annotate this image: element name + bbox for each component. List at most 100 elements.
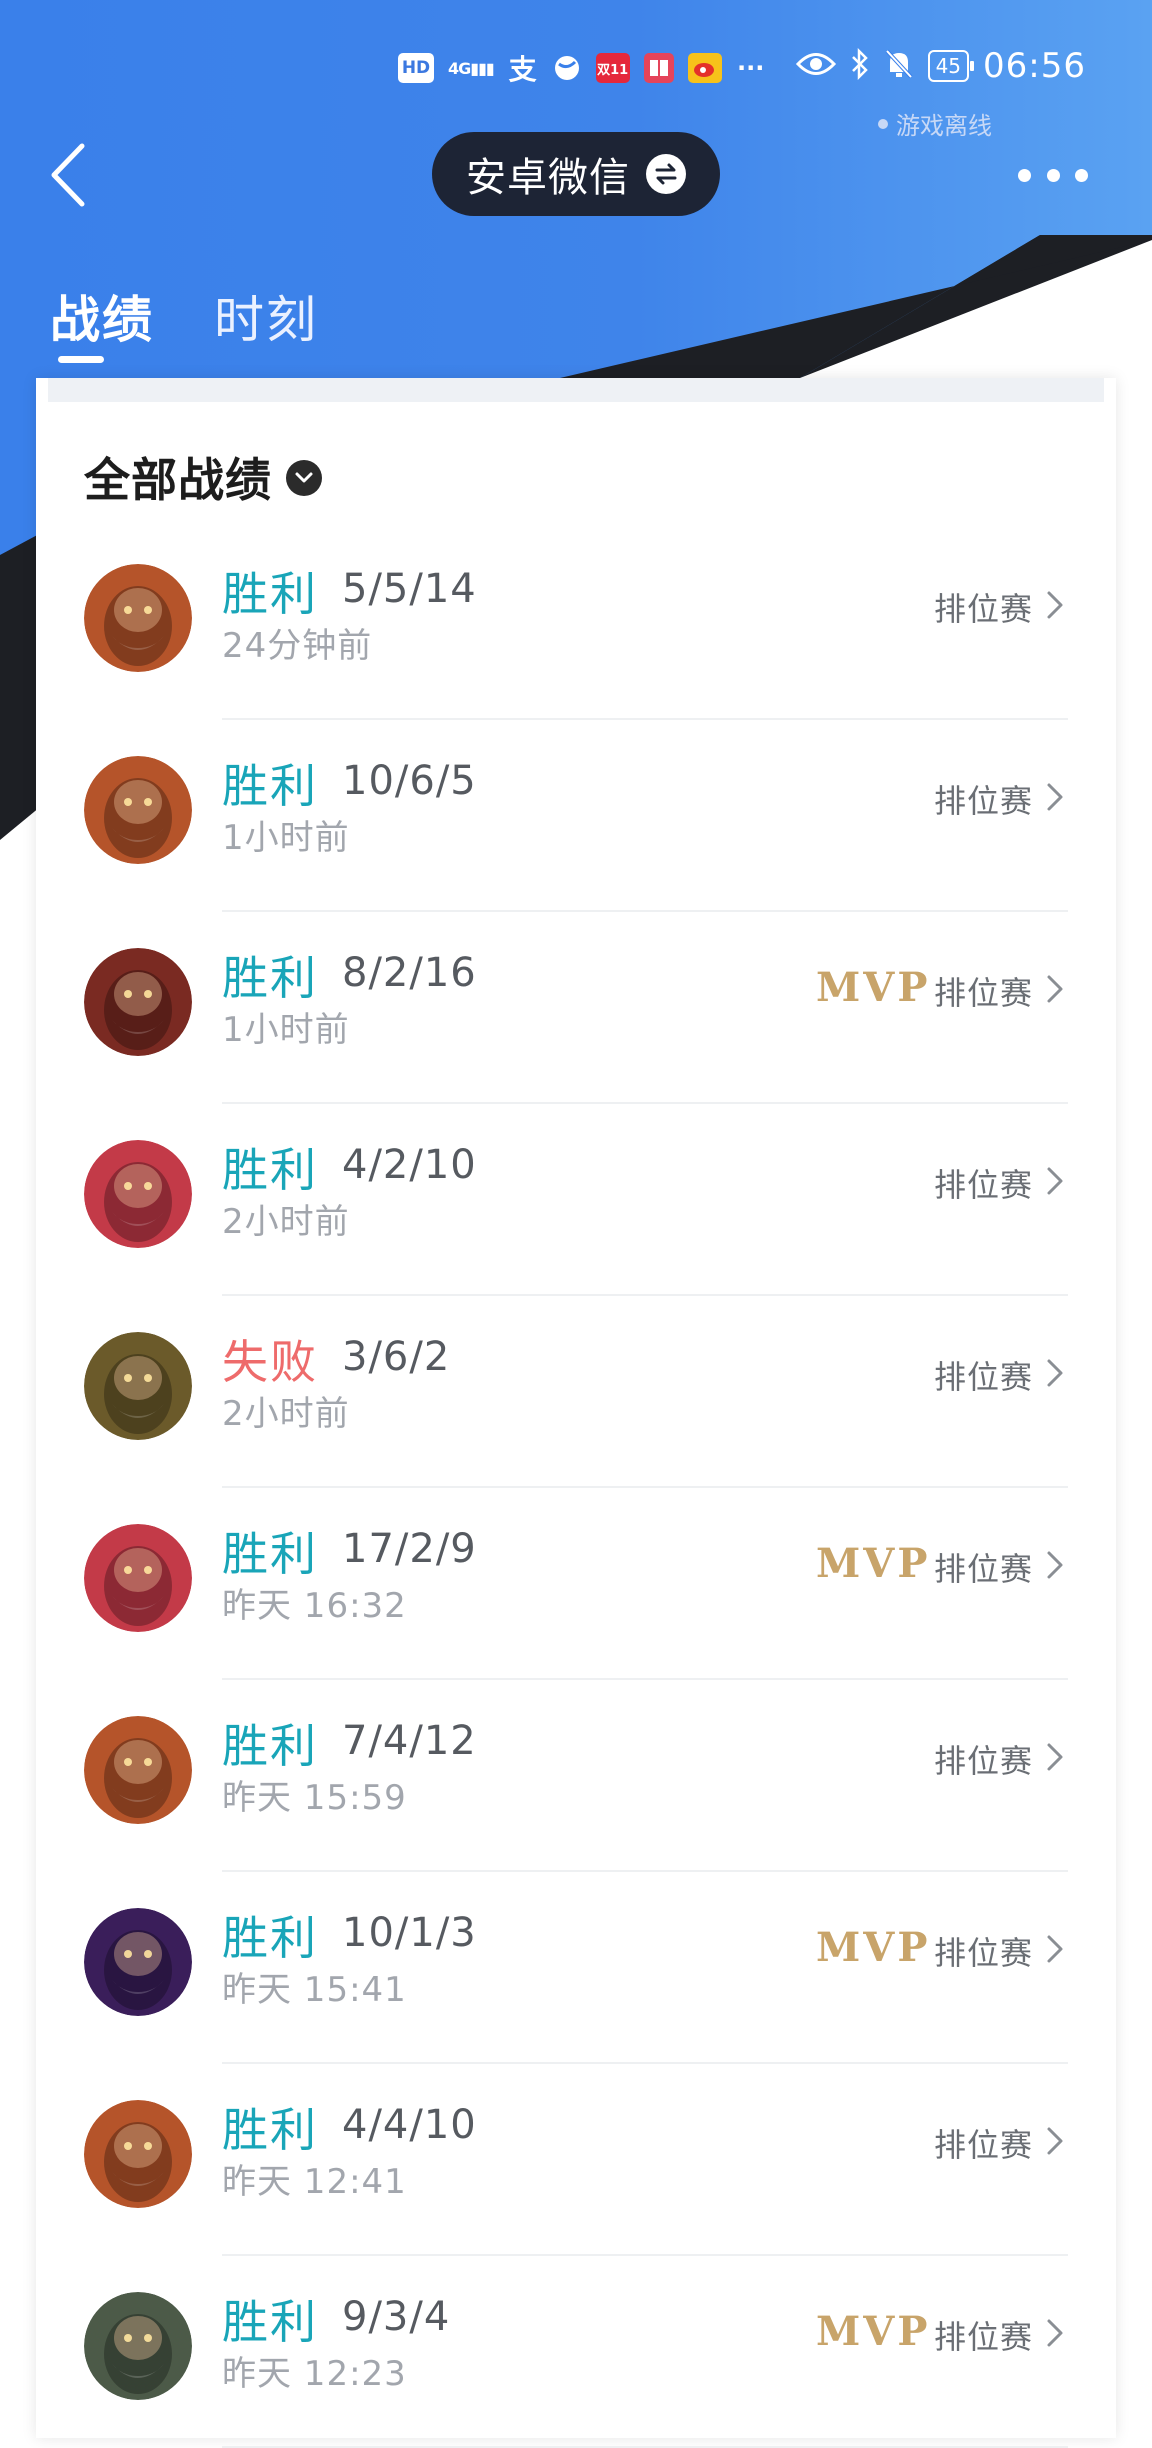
match-row[interactable]: 胜利 10/6/5 1小时前 排位赛: [36, 720, 1116, 912]
tab-indicator: [58, 356, 104, 363]
tab-bar: 战绩 时刻: [50, 280, 318, 363]
hero-avatar: [84, 1908, 192, 2016]
match-mode: 排位赛: [934, 2126, 1034, 2164]
match-kda: 4/4/10: [342, 2102, 477, 2148]
chevron-right-icon: [1047, 2127, 1063, 2155]
hero-avatar: [84, 1524, 192, 1632]
match-result: 胜利: [222, 1911, 318, 1965]
account-name: 安卓微信: [466, 155, 630, 201]
chevron-right-icon: [1047, 1359, 1063, 1387]
hero-avatar: [84, 2292, 192, 2400]
match-kda: 7/4/12: [342, 1718, 477, 1764]
match-result: 胜利: [222, 759, 318, 813]
clock: 06:56: [983, 46, 1086, 86]
match-mode: 排位赛: [934, 1166, 1034, 1204]
offline-dot-icon: [878, 118, 888, 129]
account-switcher[interactable]: 安卓微信: [432, 132, 720, 216]
match-row[interactable]: 胜利 8/2/16 1小时前 MVP 排位赛: [36, 912, 1116, 1104]
match-row[interactable]: 失败 3/6/2 2小时前 排位赛: [36, 1296, 1116, 1488]
match-row[interactable]: 胜利 4/2/10 2小时前 排位赛: [36, 1104, 1116, 1296]
match-kda: 3/6/2: [342, 1334, 451, 1380]
shopping-icon: 双11: [595, 53, 630, 83]
chevron-right-icon: [1047, 975, 1063, 1003]
match-time: 昨天 16:32: [222, 1586, 407, 1626]
match-kda: 10/1/3: [342, 1910, 477, 1956]
match-result: 胜利: [222, 567, 318, 621]
match-result: 胜利: [222, 2295, 318, 2349]
match-list: 胜利 5/5/14 24分钟前 排位赛 胜利 10/6/5 1小时前 排位赛 胜…: [36, 528, 1116, 2448]
match-time: 24分钟前: [222, 626, 373, 666]
chevron-left-icon: [51, 143, 85, 207]
status-icons: HD 4G ▮▮▮ 支 双11 ···: [398, 50, 766, 86]
alipay-icon: 支: [508, 53, 537, 86]
match-mode: 排位赛: [934, 2318, 1034, 2356]
hero-avatar: [84, 1140, 192, 1248]
match-mode: 排位赛: [934, 590, 1034, 628]
match-result: 胜利: [222, 2103, 318, 2157]
tab-record[interactable]: 战绩: [50, 280, 154, 363]
match-time: 1小时前: [222, 1010, 350, 1050]
back-button[interactable]: [44, 140, 94, 210]
match-result: 胜利: [222, 1143, 318, 1197]
match-mode: 排位赛: [934, 974, 1034, 1012]
match-row[interactable]: 胜利 9/3/4 昨天 12:23 MVP 排位赛: [36, 2256, 1116, 2448]
match-time: 昨天 12:23: [222, 2354, 407, 2394]
mvp-badge: MVP: [816, 1924, 931, 1971]
hd-icon: HD: [398, 53, 434, 83]
more-options-button[interactable]: [1018, 160, 1088, 190]
hero-avatar: [84, 564, 192, 672]
match-row[interactable]: 胜利 4/4/10 昨天 12:41 排位赛: [36, 2064, 1116, 2256]
dot-icon: [1075, 168, 1088, 182]
match-row[interactable]: 胜利 7/4/12 昨天 15:59 排位赛: [36, 1680, 1116, 1872]
match-time: 昨天 15:59: [222, 1778, 407, 1818]
match-time: 昨天 15:41: [222, 1970, 407, 2010]
match-mode: 排位赛: [934, 1742, 1034, 1780]
weibo-icon: [687, 53, 722, 83]
dot-icon: [1046, 168, 1060, 182]
more-icon: ···: [737, 54, 765, 82]
status-right: 45 06:56: [795, 44, 1086, 88]
match-row[interactable]: 胜利 5/5/14 24分钟前 排位赛: [36, 528, 1116, 720]
chevron-right-icon: [1047, 1551, 1063, 1579]
tab-moments[interactable]: 时刻: [214, 280, 318, 352]
tab-moments-label: 时刻: [214, 291, 318, 349]
match-filter-dropdown[interactable]: 全部战绩: [84, 444, 322, 510]
match-kda: 4/2/10: [342, 1142, 477, 1188]
chevron-down-icon: [286, 460, 322, 496]
hero-avatar: [84, 2100, 192, 2208]
chevron-right-icon: [1047, 1743, 1063, 1771]
hero-avatar: [84, 1332, 192, 1440]
match-result: 胜利: [222, 951, 318, 1005]
signal-4g-icon: 4G ▮▮▮: [448, 58, 495, 78]
dot-icon: [1018, 168, 1031, 182]
mvp-badge: MVP: [816, 964, 931, 1011]
match-time: 1小时前: [222, 818, 350, 858]
filter-label: 全部战绩: [84, 453, 272, 507]
match-result: 胜利: [222, 1527, 318, 1581]
match-kda: 9/3/4: [342, 2294, 451, 2340]
card-top-strip: [48, 378, 1104, 402]
tab-record-label: 战绩: [50, 291, 154, 349]
hero-avatar: [84, 948, 192, 1056]
match-mode: 排位赛: [934, 782, 1034, 820]
hero-avatar: [84, 1716, 192, 1824]
signal-label: 4G: [448, 58, 471, 78]
swap-icon: [646, 154, 686, 194]
match-time: 昨天 12:41: [222, 2162, 407, 2202]
chevron-right-icon: [1047, 1167, 1063, 1195]
match-mode: 排位赛: [934, 1550, 1034, 1588]
match-time: 2小时前: [222, 1394, 350, 1434]
reader-icon: [643, 53, 674, 83]
eye-icon: [795, 51, 836, 81]
match-mode: 排位赛: [934, 1934, 1034, 1972]
match-kda: 10/6/5: [342, 758, 477, 804]
match-row[interactable]: 胜利 10/1/3 昨天 15:41 MVP 排位赛: [36, 1872, 1116, 2064]
bluetooth-icon: [850, 47, 870, 84]
match-kda: 5/5/14: [342, 566, 477, 612]
mvp-badge: MVP: [816, 1540, 931, 1587]
hero-avatar: [84, 756, 192, 864]
chevron-right-icon: [1047, 1935, 1063, 1963]
match-history-card: 全部战绩 胜利 5/5/14 24分钟前 排位赛 胜利 10/6/5 1小时前 …: [36, 378, 1116, 2448]
match-row[interactable]: 胜利 17/2/9 昨天 16:32 MVP 排位赛: [36, 1488, 1116, 1680]
game-status-label: 游戏离线: [896, 112, 992, 140]
